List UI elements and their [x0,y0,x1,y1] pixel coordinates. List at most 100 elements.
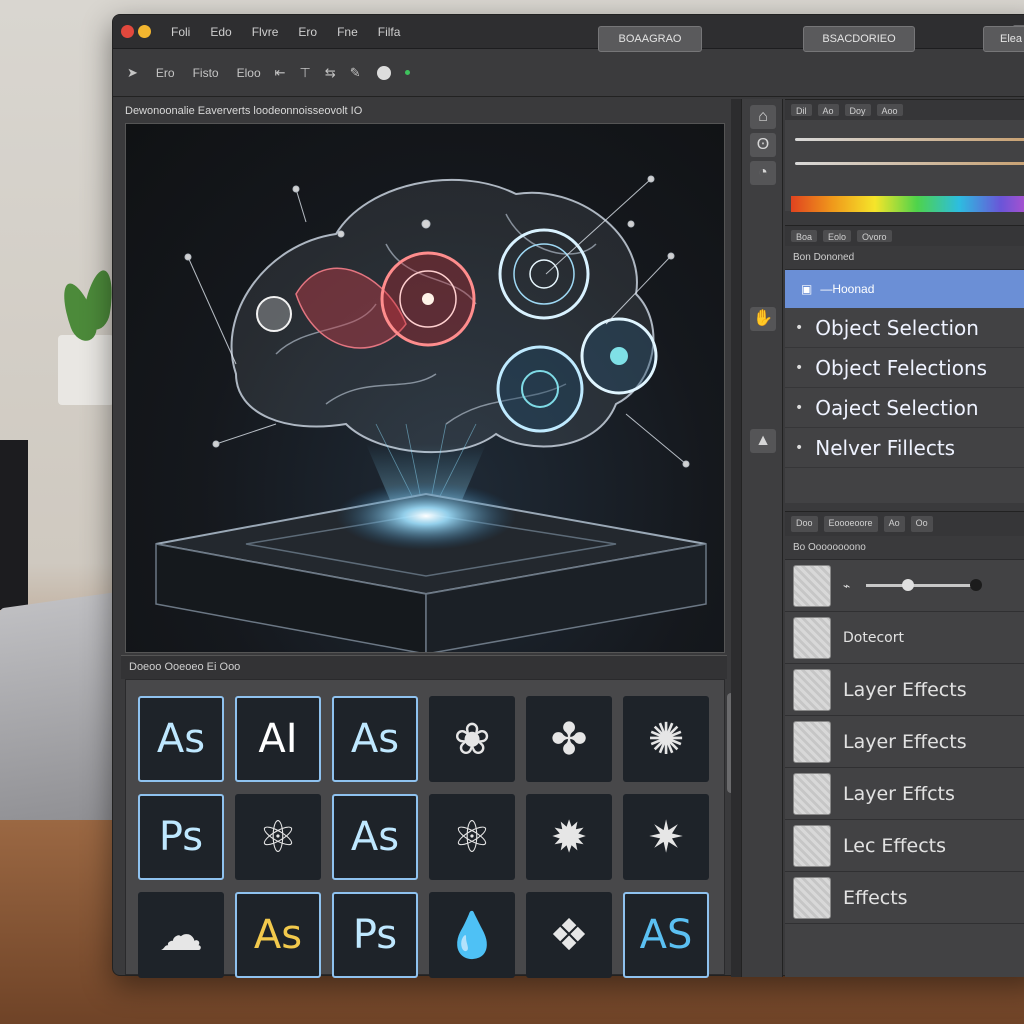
asset-tile-drop-icon[interactable]: 💧 [429,892,515,978]
layer-name: Layer Effects [843,678,967,701]
drop-icon: 💧 [444,910,500,961]
distribute-icon[interactable]: ⇆ [325,65,336,81]
move-tool-icon[interactable]: ➤ [127,65,138,81]
selection-panel-header: Bon Dononed [785,246,1024,270]
asset-tile-flower-icon[interactable]: ✤ [526,696,612,782]
asset-tile-cloud-icon[interactable]: ☁ [138,892,224,978]
asset-tile-atom-icon[interactable]: ⚛ [235,794,321,880]
menu-item-file[interactable]: Foli [171,25,190,39]
list-item-label: Object Felections [815,355,988,380]
option-item[interactable]: Fisto [193,66,219,80]
document-title: Dewonoonalie Eaververts loodeonnoisseovo… [125,105,363,117]
layer-row[interactable]: Dotecort [785,612,1024,664]
options-button-right[interactable]: BSACDORIEO [803,26,915,52]
layers-panel: Doo Eoooeoore Ao Oo Bo Oooooooono ⌁ Dote… [785,511,1024,977]
tool-icon-top[interactable]: ⌂ [750,105,776,129]
cloud-icon: ☁ [159,909,203,961]
asset-tile-label: As [350,814,400,860]
asset-tile-as[interactable]: As [332,794,418,880]
eyedropper-tool-icon[interactable]: ◔ [750,161,776,185]
layer-thumbnail [793,616,831,659]
selected-list-item[interactable]: ▣ —Hoonad [785,270,1024,308]
list-item-label: Nelver Fillects [815,435,956,460]
layer-thumbnail [793,824,831,867]
tab-gradients[interactable]: Doy [844,104,871,116]
asset-tile-crystal-icon[interactable]: ✷ [623,794,709,880]
tab-channels[interactable]: Eoooeoore [823,516,878,532]
options-button-far[interactable]: Elea [983,26,1024,52]
transform-icon[interactable]: ⊤ [300,65,311,81]
asset-tile-as[interactable]: AS [623,892,709,978]
tab-properties[interactable]: Boa [791,230,818,242]
asset-tile-ai[interactable]: AI [235,696,321,782]
layer-name: Layer Effects [843,730,967,753]
list-item[interactable]: • Object Felections [785,348,1024,388]
list-item[interactable]: • Object Selection [785,308,1024,348]
lasso-tool-icon[interactable]: ʘ [750,133,776,157]
selection-panel-tabs: Boa Eolo Ovoro [785,226,1024,246]
opacity-slider[interactable] [866,579,983,591]
color-slider-1[interactable] [795,138,1024,141]
layer-row[interactable]: Layer Effects [785,716,1024,768]
tab-adjustments[interactable]: Eolo [823,230,852,242]
layer-row[interactable]: Layer Effects [785,664,1024,716]
laptop-body [0,591,120,839]
minimize-window-button[interactable] [138,25,151,38]
mandala-icon: ✺ [647,713,685,765]
hand-tool-icon[interactable]: ✋ [750,307,776,331]
tab-paths[interactable]: Ao [883,516,905,532]
layer-thumbnail [793,564,831,607]
camera-icon: ▣ [801,282,813,296]
artwork-canvas[interactable] [125,123,725,653]
layer-row[interactable]: ⌁ [785,560,1024,612]
menu-item-image[interactable]: Flvre [252,25,279,39]
tab-libraries[interactable]: Ovoro [857,230,892,242]
color-spectrum[interactable] [791,196,1024,212]
menu-item-filter[interactable]: Filfa [378,25,401,39]
menu-item-layer[interactable]: Ero [298,25,317,39]
list-item[interactable]: • Nelver Fillects [785,428,1024,468]
glyph-icon: ❖ [549,909,589,961]
layer-row[interactable]: Lec Effects [785,820,1024,872]
option-slider-knob[interactable] [376,65,391,80]
menu-item-type[interactable]: Fne [337,25,358,39]
asset-tile-ps[interactable]: Ps [332,892,418,978]
asset-tile-as[interactable]: As [332,696,418,782]
asset-tile-label: As [156,716,206,762]
asset-tile-label: Ps [352,912,398,958]
options-button-left[interactable]: BOAAGRAO [598,26,702,52]
tab-layers[interactable]: Doo [791,516,818,532]
shape-tool-icon[interactable]: ▲ [750,429,776,453]
asset-tile-burst-icon[interactable]: ✹ [526,794,612,880]
tab-swatches[interactable]: Ao [817,104,839,116]
crystal-icon: ✷ [647,811,685,863]
opacity-slider-end[interactable] [970,579,983,591]
brush-icon[interactable]: ✎ [350,65,361,81]
tab-color[interactable]: Dil [791,104,812,116]
option-item[interactable]: Eloo [237,66,261,80]
panel-divider[interactable] [731,99,741,977]
layer-row[interactable]: Effects [785,872,1024,924]
tab-history[interactable]: Oo [910,516,933,532]
asset-tile-mandala-icon[interactable]: ✺ [623,696,709,782]
list-item-label: Oaject Selection [815,395,979,420]
asset-tile-glyph-icon[interactable]: ❖ [526,892,612,978]
close-window-button[interactable] [121,25,134,38]
asset-tile-as[interactable]: As [235,892,321,978]
option-item[interactable]: Ero [156,66,175,80]
asset-tile-label: As [350,716,400,762]
asset-tile-as[interactable]: As [138,696,224,782]
opacity-slider-knob[interactable] [902,579,915,591]
layer-thumbnail [793,876,831,919]
tab-patterns[interactable]: Aoo [876,104,903,116]
color-slider-2[interactable] [795,162,1024,165]
asset-tile-ps[interactable]: Ps [138,794,224,880]
asset-tile-atom-icon[interactable]: ⚛ [429,794,515,880]
menu-item-edit[interactable]: Edo [210,25,231,39]
layer-row[interactable]: Layer Effcts [785,768,1024,820]
asset-tile-lotus-icon[interactable]: ❀ [429,696,515,782]
bullet-icon: • [795,439,804,456]
list-item[interactable]: • Oaject Selection [785,388,1024,428]
layer-thumbnail [793,668,831,711]
align-icon[interactable]: ⇤ [275,65,286,81]
